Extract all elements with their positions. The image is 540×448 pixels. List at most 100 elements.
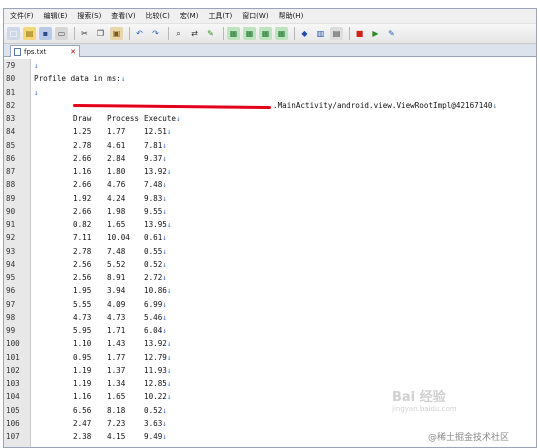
watermark: Bai 经验 jingyan.baidu.com	[392, 386, 468, 413]
process-value: 1.34	[107, 379, 126, 389]
line-number: 88	[6, 180, 16, 190]
replace-icon[interactable]: ⇄	[188, 27, 201, 40]
toolbar-separator	[223, 27, 224, 40]
line-number: 103	[6, 379, 20, 388]
line-number: 99	[6, 326, 16, 335]
line-end-marker: ↓	[176, 114, 181, 124]
menu-item-7[interactable]: 窗口(W)	[242, 11, 268, 21]
script-icon[interactable]: ▤	[330, 27, 343, 40]
draw-value: 1.95	[73, 286, 92, 296]
text-line: 2.66 4.76 7.48 ↓	[31, 178, 536, 191]
column-header-process: Process	[107, 114, 140, 124]
line-end-marker: ↓	[162, 418, 167, 428]
line-number: 87	[6, 167, 16, 176]
line-number: 81	[6, 87, 16, 97]
line-end-marker: ↓	[162, 246, 167, 256]
line-number: 83	[6, 114, 16, 123]
menu-item-0[interactable]: 文件(F)	[10, 11, 34, 21]
paste-icon[interactable]: ▣	[110, 27, 123, 40]
process-value: 1.65	[107, 392, 126, 402]
redaction-mark	[72, 103, 272, 109]
line-number: 93	[6, 246, 16, 256]
print-icon[interactable]: ▭	[55, 27, 68, 40]
line-number: 85	[6, 140, 16, 150]
undo-icon[interactable]: ↶	[133, 27, 146, 40]
line-end-marker: ↓	[162, 273, 167, 283]
draw-value: 2.78	[73, 140, 92, 150]
highlight-icon[interactable]: ✎	[204, 27, 217, 40]
line-number: 79	[6, 61, 16, 70]
text-line: 2.56 8.91 2.72 ↓	[31, 271, 536, 284]
execute-value: 9.55	[144, 206, 163, 216]
line-end-marker: ↓	[166, 286, 172, 296]
line-number: 84	[6, 127, 16, 137]
column-mode-icon[interactable]: ▦	[259, 27, 272, 40]
tools-icon[interactable]: ✎	[385, 27, 398, 40]
close-icon[interactable]: ✕	[70, 48, 76, 56]
menu-item-8[interactable]: 帮助(H)	[279, 11, 304, 21]
text-line: Draw Process Execute ↓	[31, 112, 536, 125]
line-end-marker: ↓	[166, 167, 172, 177]
line-text: .MainActivity/android.view.ViewRootImpl@…	[273, 100, 493, 110]
line-end-marker: ↓	[162, 405, 167, 415]
menu-item-3[interactable]: 查看(V)	[111, 11, 135, 21]
find-icon[interactable]: ⌕	[172, 27, 185, 40]
draw-value: 2.38	[73, 432, 92, 442]
watermark-brand: Bai 经验	[392, 390, 446, 405]
cut-icon[interactable]: ✂	[78, 27, 91, 40]
line-end-marker: ↓	[34, 61, 39, 71]
process-value: 4.76	[107, 180, 126, 190]
text-line: .MainActivity/android.view.ViewRootImpl@…	[31, 99, 536, 112]
text-line: 2.78 4.61 7.81 ↓	[31, 139, 536, 152]
line-number: 94	[6, 259, 16, 269]
text-line: 1.95 3.94 10.86 ↓	[31, 284, 536, 297]
macro-play-icon[interactable]: ▶	[369, 27, 382, 40]
menu-item-6[interactable]: 工具(T)	[208, 11, 232, 21]
redo-icon[interactable]: ↷	[149, 27, 162, 40]
menu-item-5[interactable]: 宏(M)	[180, 11, 199, 21]
toolbar-separator	[129, 27, 130, 40]
line-end-marker: ↓	[166, 220, 172, 230]
execute-value: 5.46	[144, 312, 163, 322]
line-end-marker: ↓	[162, 206, 167, 216]
line-end-marker: ↓	[166, 352, 172, 362]
column-header-draw: Draw	[73, 114, 92, 124]
text-line: 0.82 1.65 13.95 ↓	[31, 218, 536, 231]
execute-value: 0.55	[144, 246, 163, 256]
macro-record-icon[interactable]: ■	[353, 27, 366, 40]
menu-item-4[interactable]: 比较(C)	[146, 11, 170, 21]
sync-scroll-icon[interactable]: ▦	[227, 27, 240, 40]
file-tab[interactable]: fps.txt ✕	[10, 45, 80, 57]
hex-view-icon[interactable]: ▦	[275, 27, 288, 40]
toolbar: □ ▤ ▪ ▭ ✂ ❐ ▣ ↶ ↷ ⌕ ⇄ ✎ ▦ ▦ ▦ ▦ ◆ ▥ ▤ ■ ▶ ✎	[4, 24, 536, 44]
menu-item-2[interactable]: 搜索(S)	[77, 11, 101, 21]
execute-value: 0.52	[144, 405, 163, 415]
watermark-url: jingyan.baidu.com	[392, 405, 457, 413]
process-value: 7.48	[107, 246, 126, 256]
draw-value: 0.82	[73, 220, 92, 230]
process-value: 8.18	[107, 405, 126, 415]
copy-icon[interactable]: ❐	[94, 27, 107, 40]
ftp-icon[interactable]: ◆	[298, 27, 311, 40]
process-value: 1.98	[107, 206, 126, 216]
draw-value: 2.66	[73, 180, 92, 190]
menu-item-1[interactable]: 编辑(E)	[44, 11, 68, 21]
process-value: 1.43	[107, 339, 126, 349]
toolbar-separator	[168, 27, 169, 40]
text-line: 5.55 4.09 6.99 ↓	[31, 298, 536, 311]
execute-value: 9.49	[144, 432, 163, 442]
open-folder-icon[interactable]: ▤	[23, 27, 36, 40]
execute-value: 2.72	[144, 273, 163, 283]
line-number: 107	[6, 432, 20, 441]
new-file-icon[interactable]: □	[7, 27, 20, 40]
text-line: ↓	[31, 59, 536, 72]
compare-icon[interactable]: ▥	[314, 27, 327, 40]
save-icon[interactable]: ▪	[39, 27, 52, 40]
process-value: 7.23	[107, 418, 126, 428]
line-number: 90	[6, 206, 16, 216]
text-line: 2.66 1.98 9.55 ↓	[31, 205, 536, 218]
line-number: 82	[6, 100, 16, 110]
line-number: 102	[6, 365, 20, 375]
word-wrap-icon[interactable]: ▦	[243, 27, 256, 40]
text-line: Profile data in ms: ↓	[31, 72, 536, 85]
